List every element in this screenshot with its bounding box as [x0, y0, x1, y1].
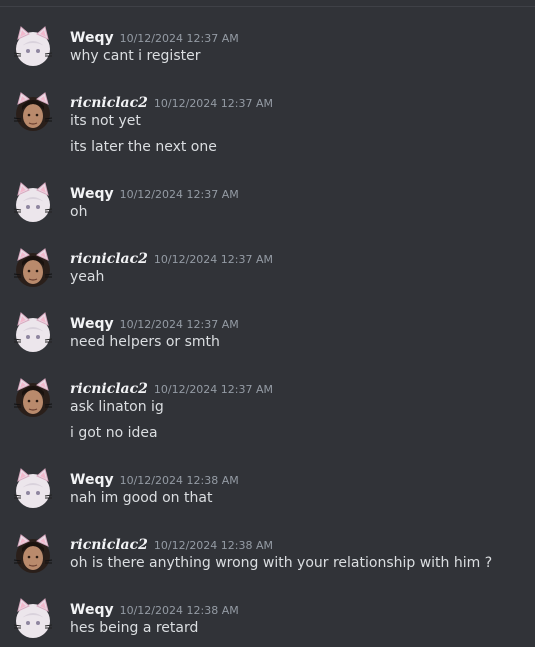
avatar-weqy[interactable] [13, 598, 53, 639]
username[interactable]: Weqy [70, 472, 114, 488]
avatar-weqy[interactable] [13, 468, 53, 509]
avatar-weqy[interactable] [13, 182, 53, 223]
message-header: ricniclac2 10/12/2024 12:37 AM [70, 248, 273, 267]
avatar-weqy[interactable] [13, 26, 53, 67]
timestamp[interactable]: 10/12/2024 12:37 AM [120, 318, 239, 331]
avatar-ricniclac2[interactable] [13, 248, 53, 288]
message-header: Weqy 10/12/2024 12:37 AM [70, 183, 239, 202]
message-header: Weqy 10/12/2024 12:38 AM [70, 469, 239, 488]
message-text: hes being a retard [70, 620, 199, 636]
timestamp[interactable]: 10/12/2024 12:38 AM [120, 604, 239, 617]
timestamp[interactable]: 10/12/2024 12:37 AM [154, 97, 273, 110]
message-text: nah im good on that [70, 490, 213, 506]
message-text: its not yet [70, 113, 141, 129]
message-text: oh [70, 204, 88, 220]
username[interactable]: ricniclac2 [70, 537, 148, 553]
avatar-ricniclac2[interactable] [13, 378, 53, 418]
username[interactable]: Weqy [70, 186, 114, 202]
avatar-ricniclac2[interactable] [13, 534, 53, 574]
message-header: ricniclac2 10/12/2024 12:37 AM [70, 92, 273, 111]
top-divider [0, 6, 535, 7]
message-text: why cant i register [70, 48, 201, 64]
message-text: yeah [70, 269, 105, 285]
username[interactable]: Weqy [70, 602, 114, 618]
message-header: Weqy 10/12/2024 12:37 AM [70, 27, 239, 46]
message-text: its later the next one [70, 139, 217, 155]
message-text: need helpers or smth [70, 334, 220, 350]
message-text: i got no idea [70, 425, 158, 441]
message-header: Weqy 10/12/2024 12:38 AM [70, 599, 239, 618]
message-header: ricniclac2 10/12/2024 12:37 AM [70, 378, 273, 397]
username[interactable]: Weqy [70, 316, 114, 332]
message-text: ask linaton ig [70, 399, 164, 415]
timestamp[interactable]: 10/12/2024 12:38 AM [120, 474, 239, 487]
timestamp[interactable]: 10/12/2024 12:38 AM [154, 539, 273, 552]
timestamp[interactable]: 10/12/2024 12:37 AM [120, 32, 239, 45]
username[interactable]: ricniclac2 [70, 251, 148, 267]
message-header: Weqy 10/12/2024 12:37 AM [70, 313, 239, 332]
avatar-ricniclac2[interactable] [13, 92, 53, 132]
timestamp[interactable]: 10/12/2024 12:37 AM [154, 253, 273, 266]
username[interactable]: Weqy [70, 30, 114, 46]
username[interactable]: ricniclac2 [70, 95, 148, 111]
message-text: oh is there anything wrong with your rel… [70, 555, 493, 571]
username[interactable]: ricniclac2 [70, 381, 148, 397]
timestamp[interactable]: 10/12/2024 12:37 AM [120, 188, 239, 201]
avatar-weqy[interactable] [13, 312, 53, 353]
chat-message-list[interactable]: Weqy 10/12/2024 12:37 AM why cant i regist… [0, 0, 535, 647]
message-header: ricniclac2 10/12/2024 12:38 AM [70, 534, 273, 553]
timestamp[interactable]: 10/12/2024 12:37 AM [154, 383, 273, 396]
